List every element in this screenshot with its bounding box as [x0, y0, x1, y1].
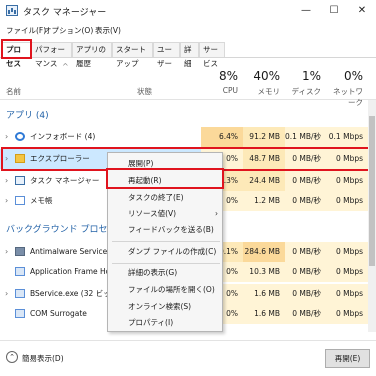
ctx-separator: [112, 263, 220, 264]
processes-tab-highlight: [1, 39, 32, 59]
tab-details[interactable]: 詳細: [180, 42, 199, 68]
cpu-total: 8%: [218, 69, 238, 83]
expand-chevron-icon[interactable]: ›: [5, 191, 8, 211]
network-value: 0 Mbps: [326, 262, 368, 282]
ctx-create-dump[interactable]: ダンプ ファイルの作成(C): [108, 244, 224, 260]
ctx-open-file-location[interactable]: ファイルの場所を開く(O): [108, 282, 224, 298]
ctx-end-task[interactable]: タスクの終了(E): [108, 190, 224, 206]
footer-bar: ⌃ 簡易表示(D) 再開(E): [0, 340, 376, 376]
process-name: メモ帳: [30, 196, 53, 205]
process-name: タスク マネージャー: [30, 176, 100, 185]
table-row[interactable]: › インフォボード (4) 6.4% 91.2 MB 0.1 MB/秒 0.1 …: [0, 127, 376, 147]
network-value: 0 Mbps: [326, 191, 368, 211]
disk-value: 0 MB/秒: [285, 171, 326, 191]
tab-services[interactable]: サービス: [199, 42, 225, 68]
disk-value: 0 MB/秒: [285, 304, 326, 324]
ctx-resource-values[interactable]: リソース値(V) ›: [108, 206, 224, 222]
disk-value: 0 MB/秒: [285, 262, 326, 282]
tab-startup[interactable]: スタートアップ: [112, 42, 153, 68]
column-memory[interactable]: 40% メモリ: [243, 58, 285, 100]
disk-value: 0 MB/秒: [285, 284, 326, 304]
notepad-icon: [15, 196, 25, 205]
cpu-value: 6.4%: [201, 127, 243, 147]
column-cpu[interactable]: 8% CPU: [201, 58, 243, 100]
memory-value: 1.6 MB: [243, 284, 285, 304]
memory-total: 40%: [253, 69, 280, 83]
ctx-separator: [112, 241, 220, 242]
com-surrogate-icon: [15, 309, 25, 318]
disk-label: ディスク: [291, 87, 321, 96]
ctx-send-feedback[interactable]: フィードバックを送る(B): [108, 222, 224, 238]
close-button[interactable]: ✕: [348, 0, 376, 22]
expand-chevron-icon[interactable]: ›: [5, 127, 8, 147]
memory-value: 284.6 MB: [243, 242, 285, 262]
title-bar: タスク マネージャー — ☐ ✕: [0, 0, 376, 22]
disk-value: 0.1 MB/秒: [285, 127, 326, 147]
process-name: インフォボード (4): [30, 132, 96, 141]
window-title: タスク マネージャー: [23, 8, 107, 18]
memory-label: メモリ: [257, 87, 281, 96]
submenu-arrow-icon: ›: [215, 209, 218, 218]
ctx-go-to-details[interactable]: 詳細の表示(G): [108, 265, 224, 281]
process-name: Application Frame Host: [30, 267, 108, 276]
app-frame-icon: [15, 267, 25, 276]
ctx-properties[interactable]: プロパティ(I): [108, 315, 224, 331]
memory-value: 10.3 MB: [243, 262, 285, 282]
network-value: 0 Mbps: [326, 242, 368, 262]
process-name: Antimalware Service Executable: [30, 247, 108, 256]
column-disk[interactable]: 1% ディスク: [285, 58, 326, 100]
network-value: 0 Mbps: [326, 171, 368, 191]
disk-value: 0 MB/秒: [285, 191, 326, 211]
memory-value: 1.2 MB: [243, 191, 285, 211]
memory-value: 1.6 MB: [243, 304, 285, 324]
memory-value: 91.2 MB: [243, 127, 285, 147]
column-network[interactable]: 0% ネットワーク: [326, 58, 368, 107]
column-status[interactable]: 状態: [137, 86, 152, 97]
bservice-icon: [15, 289, 25, 298]
network-value: 0 Mbps: [326, 284, 368, 304]
fewer-details-link[interactable]: 簡易表示(D): [22, 353, 64, 364]
network-value: 0 Mbps: [326, 304, 368, 324]
collapse-up-icon[interactable]: ⌃: [6, 351, 18, 363]
infoboard-icon: [15, 132, 25, 141]
scrollbar-thumb[interactable]: [369, 116, 375, 266]
tab-performance[interactable]: パフォーマンス: [31, 42, 72, 68]
column-name[interactable]: 名前: [6, 86, 21, 97]
group-header-apps[interactable]: アプリ (4): [0, 104, 376, 124]
process-name: BService.exe (32 ビット): [30, 289, 108, 298]
restart-item-highlight: [106, 168, 224, 189]
tab-users[interactable]: ユーザー: [153, 42, 180, 68]
ctx-search-online[interactable]: オンライン検索(S): [108, 299, 224, 315]
expand-chevron-icon[interactable]: ›: [5, 242, 8, 262]
menu-file[interactable]: ファイル(F): [6, 25, 46, 36]
service-icon: [15, 247, 25, 256]
sort-arrow-icon: ^: [62, 62, 69, 71]
end-task-button[interactable]: 再開(E): [325, 349, 370, 368]
cpu-label: CPU: [222, 86, 238, 95]
column-header: ^ 名前 状態 8% CPU 40% メモリ 1% ディスク 0% ネットワーク: [0, 58, 376, 107]
group-title-apps: アプリ (4): [6, 111, 49, 121]
network-total: 0%: [343, 69, 363, 83]
disk-value: 0 MB/秒: [285, 242, 326, 262]
expand-chevron-icon[interactable]: ›: [5, 171, 8, 191]
tab-app-history[interactable]: アプリの履歴: [72, 42, 112, 68]
minimize-button[interactable]: —: [292, 0, 320, 22]
expand-chevron-icon[interactable]: ›: [5, 284, 8, 304]
process-name: COM Surrogate: [30, 309, 87, 318]
task-manager-icon: [6, 5, 18, 16]
ctx-resource-values-label: リソース値(V): [128, 209, 177, 218]
vertical-scrollbar[interactable]: [368, 100, 376, 332]
menu-view[interactable]: 表示(V): [95, 25, 121, 36]
network-value: 0.1 Mbps: [326, 127, 368, 147]
menu-options[interactable]: オプション(O): [44, 25, 93, 36]
memory-value: 24.4 MB: [243, 171, 285, 191]
maximize-button[interactable]: ☐: [320, 0, 348, 22]
tab-bar: プロセス パフォーマンス アプリの履歴 スタートアップ ユーザー 詳細 サービス: [0, 38, 376, 68]
disk-total: 1%: [301, 69, 321, 83]
menu-bar: ファイル(F) オプション(O) 表示(V): [0, 22, 376, 38]
task-manager-icon: [15, 176, 25, 185]
